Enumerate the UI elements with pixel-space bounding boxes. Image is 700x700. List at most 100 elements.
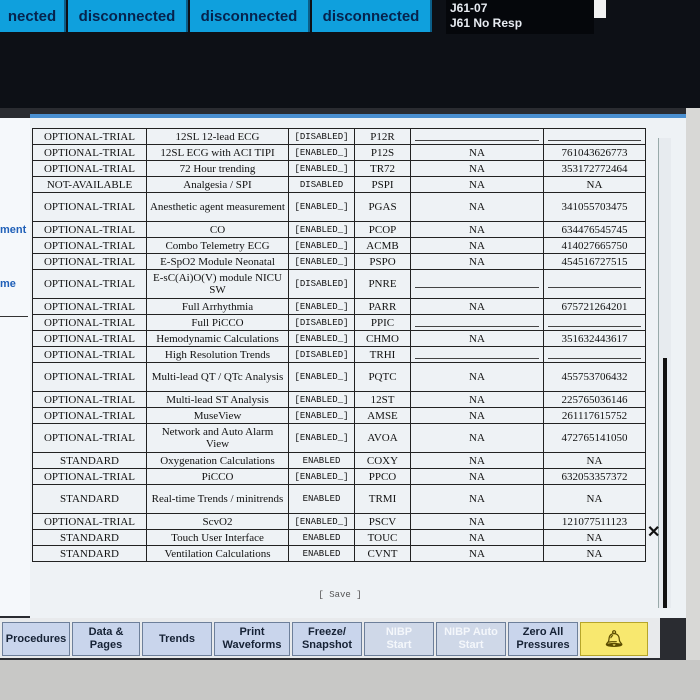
save-button[interactable]: [ Save ] bbox=[310, 590, 370, 600]
status-tab-4[interactable]: disconnected bbox=[312, 0, 432, 32]
cell-state: [ENABLED_] bbox=[288, 221, 355, 238]
cell-code: P12S bbox=[354, 144, 411, 161]
table-row: OPTIONAL-TRIAL ScvO2 [ENABLED_] PSCV NA 12107… bbox=[32, 513, 646, 530]
status-tab-2[interactable]: disconnected bbox=[68, 0, 188, 32]
cell-key: 121077511123 bbox=[543, 513, 646, 530]
cell-key: 353172772464 bbox=[543, 160, 646, 177]
alarm-silence-button[interactable]: 🔔︎ bbox=[580, 622, 648, 656]
cell-feature: Network and Auto Alarm View bbox=[146, 423, 289, 453]
cell-support bbox=[410, 269, 544, 299]
cell-support: NA bbox=[410, 362, 544, 392]
trends-button[interactable]: Trends bbox=[142, 622, 212, 656]
table-row: OPTIONAL-TRIAL Full Arrhythmia [ENABLED_] P… bbox=[32, 298, 646, 315]
device-housing bbox=[0, 660, 700, 700]
cell-type: OPTIONAL-TRIAL bbox=[32, 128, 147, 145]
status-tab-1[interactable]: nected bbox=[0, 0, 66, 32]
cell-type: OPTIONAL-TRIAL bbox=[32, 330, 147, 347]
side-divider bbox=[0, 316, 28, 317]
cell-state: ENABLED bbox=[288, 452, 355, 469]
cell-feature: Ventilation Calculations bbox=[146, 545, 289, 562]
cell-type: OPTIONAL-TRIAL bbox=[32, 346, 147, 363]
cell-key: 351632443617 bbox=[543, 330, 646, 347]
blank-field bbox=[548, 351, 641, 359]
procedures-button[interactable]: Procedures bbox=[2, 622, 70, 656]
cell-state: [ENABLED_] bbox=[288, 362, 355, 392]
status-tab-3[interactable]: disconnected bbox=[190, 0, 310, 32]
cell-code: COXY bbox=[354, 452, 411, 469]
cell-state: [ENABLED_] bbox=[288, 407, 355, 424]
network-status-line1: J61-07 bbox=[450, 1, 488, 15]
network-status-box: J61-07 J61 No Resp bbox=[446, 0, 594, 34]
table-row: OPTIONAL-TRIAL E-SpO2 Module Neonatal [ENA… bbox=[32, 253, 646, 270]
cell-support: NA bbox=[410, 423, 544, 453]
cell-support: NA bbox=[410, 468, 544, 485]
cell-state: [ENABLED_] bbox=[288, 253, 355, 270]
cell-feature: Combo Telemetry ECG bbox=[146, 237, 289, 254]
cell-code: PPCO bbox=[354, 468, 411, 485]
nibp-auto-start-button[interactable]: NIBP Auto Start bbox=[436, 622, 506, 656]
side-label-b[interactable]: me bbox=[0, 278, 16, 290]
cell-type: STANDARD bbox=[32, 452, 147, 469]
left-side-panel bbox=[0, 118, 30, 616]
print-waveforms-button[interactable]: Print Waveforms bbox=[214, 622, 290, 656]
cell-type: OPTIONAL-TRIAL bbox=[32, 269, 147, 299]
cell-code: TOUC bbox=[354, 529, 411, 546]
cell-state: [ENABLED_] bbox=[288, 192, 355, 222]
cell-key bbox=[543, 346, 646, 363]
table-row: OPTIONAL-TRIAL Anesthetic agent measureme… bbox=[32, 192, 646, 222]
cell-feature: Full Arrhythmia bbox=[146, 298, 289, 315]
cell-type: OPTIONAL-TRIAL bbox=[32, 253, 147, 270]
cell-code: PGAS bbox=[354, 192, 411, 222]
cell-state: [ENABLED_] bbox=[288, 160, 355, 177]
cell-code: TR72 bbox=[354, 160, 411, 177]
cell-state: ENABLED bbox=[288, 529, 355, 546]
cell-code: AMSE bbox=[354, 407, 411, 424]
cell-key bbox=[543, 269, 646, 299]
cell-code: PQTC bbox=[354, 362, 411, 392]
table-row: OPTIONAL-TRIAL CO [ENABLED_] PCOP NA 63447654… bbox=[32, 221, 646, 238]
blank-field bbox=[548, 133, 641, 141]
cell-support: NA bbox=[410, 513, 544, 530]
cell-state: [DISABLED] bbox=[288, 269, 355, 299]
network-status-line2: J61 No Resp bbox=[450, 16, 523, 30]
side-label-a[interactable]: ment bbox=[0, 224, 26, 236]
cell-code: AVOA bbox=[354, 423, 411, 453]
cell-key bbox=[543, 314, 646, 331]
table-row: OPTIONAL-TRIAL Network and Auto Alarm Vie… bbox=[32, 423, 646, 453]
blank-field bbox=[415, 280, 539, 288]
cell-code: TRMI bbox=[354, 484, 411, 514]
cell-key: NA bbox=[543, 484, 646, 514]
cell-type: STANDARD bbox=[32, 545, 147, 562]
cell-state: [DISABLED] bbox=[288, 128, 355, 145]
cell-feature: 12SL 12-lead ECG bbox=[146, 128, 289, 145]
cell-key: NA bbox=[543, 545, 646, 562]
cell-feature: Oxygenation Calculations bbox=[146, 452, 289, 469]
cell-state: ENABLED bbox=[288, 545, 355, 562]
close-icon[interactable]: ✕ bbox=[647, 522, 660, 542]
table-row: OPTIONAL-TRIAL 72 Hour trending [ENABLED_]… bbox=[32, 160, 646, 177]
cell-support: NA bbox=[410, 221, 544, 238]
zero-all-pressures-button[interactable]: Zero All Pressures bbox=[508, 622, 578, 656]
data-pages-button[interactable]: Data & Pages bbox=[72, 622, 140, 656]
cell-key: 634476545745 bbox=[543, 221, 646, 238]
freeze-snapshot-button[interactable]: Freeze/ Snapshot bbox=[292, 622, 362, 656]
cell-support bbox=[410, 314, 544, 331]
nibp-start-button[interactable]: NIBP Start bbox=[364, 622, 434, 656]
scrollbar-thumb[interactable] bbox=[663, 358, 667, 608]
cell-code: 12ST bbox=[354, 391, 411, 408]
cell-code: PNRE bbox=[354, 269, 411, 299]
cell-type: OPTIONAL-TRIAL bbox=[32, 513, 147, 530]
table-row: OPTIONAL-TRIAL MuseView [ENABLED_] AMSE NA 26… bbox=[32, 407, 646, 424]
cell-key: 761043626773 bbox=[543, 144, 646, 161]
cell-type: OPTIONAL-TRIAL bbox=[32, 423, 147, 453]
table-row: OPTIONAL-TRIAL High Resolution Trends [DIS… bbox=[32, 346, 646, 363]
license-options-window: OPTIONAL-TRIAL 12SL 12-lead ECG [DISABLED]… bbox=[30, 114, 686, 618]
cell-key: 414027665750 bbox=[543, 237, 646, 254]
cell-code: PSPO bbox=[354, 253, 411, 270]
cell-state: ENABLED bbox=[288, 484, 355, 514]
cell-type: OPTIONAL-TRIAL bbox=[32, 221, 147, 238]
cell-state: [DISABLED] bbox=[288, 314, 355, 331]
cell-key: NA bbox=[543, 176, 646, 193]
cell-code: PCOP bbox=[354, 221, 411, 238]
table-row: STANDARD Real-time Trends / minitrends ENA… bbox=[32, 484, 646, 514]
